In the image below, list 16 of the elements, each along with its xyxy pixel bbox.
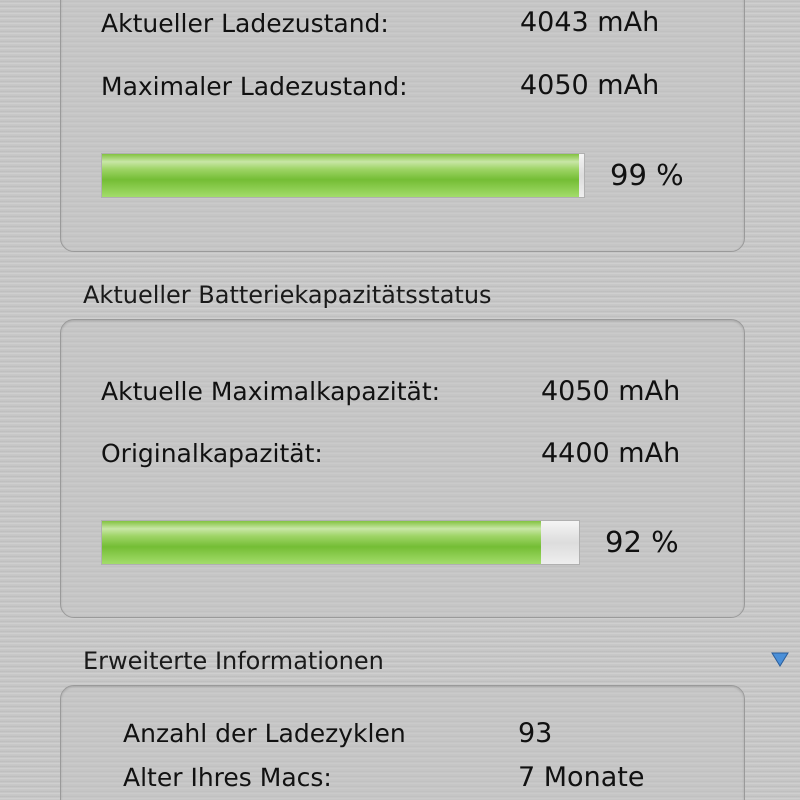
info-value: 4050 mAh: [541, 374, 680, 409]
percent-reading: 99 %: [610, 156, 684, 194]
info-label: Originalkapazität:: [101, 438, 324, 470]
percent-reading: 92 %: [605, 524, 679, 561]
info-label: Aktueller Ladezustand:: [101, 8, 390, 40]
section-title: Erweiterte Informationen: [83, 646, 384, 677]
info-value: 4400 mAh: [541, 436, 680, 471]
info-value: 93: [518, 716, 552, 751]
info-value: 4050 mAh: [520, 69, 660, 104]
section-title: Aktueller Batteriekapazitätsstatus: [83, 280, 492, 311]
info-value: 7 Monate: [518, 760, 644, 795]
info-label: Aktuelle Maximalkapazität:: [101, 376, 442, 408]
info-label: Anzahl der Ladezyklen: [123, 718, 407, 750]
info-label: Maximaler Ladezustand:: [101, 70, 409, 103]
info-label: Alter Ihres Macs:: [123, 762, 333, 794]
info-value: 4043 mAh: [520, 6, 660, 40]
